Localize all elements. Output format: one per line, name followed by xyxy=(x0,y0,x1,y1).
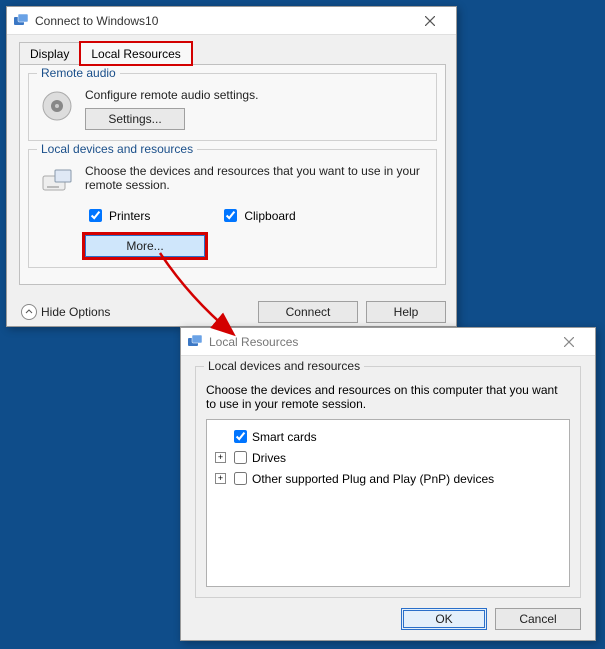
group-title: Local devices and resources xyxy=(37,142,197,156)
group-title: Local devices and resources xyxy=(204,359,364,373)
remote-audio-desc: Configure remote audio settings. xyxy=(85,88,426,102)
clipboard-label: Clipboard xyxy=(244,209,295,223)
ok-button[interactable]: OK xyxy=(401,608,487,630)
plus-icon[interactable]: + xyxy=(215,473,226,484)
device-tree[interactable]: Smart cards + Drives + Other supported P… xyxy=(206,419,570,587)
titlebar: Connect to Windows10 xyxy=(7,7,456,35)
local-devices-desc2: Choose the devices and resources on this… xyxy=(206,383,570,411)
close-icon[interactable] xyxy=(549,328,589,355)
hide-options-toggle[interactable]: Hide Options xyxy=(21,304,110,320)
clipboard-checkbox[interactable]: Clipboard xyxy=(220,206,295,225)
group-remote-audio: Remote audio Configure remote audio sett… xyxy=(28,73,437,141)
rdp-icon xyxy=(13,13,29,29)
speaker-icon xyxy=(39,88,75,124)
help-button[interactable]: Help xyxy=(366,301,446,323)
cancel-button[interactable]: Cancel xyxy=(495,608,581,630)
window-title: Local Resources xyxy=(209,335,549,349)
connect-dialog: Connect to Windows10 Display Local Resou… xyxy=(6,6,457,327)
local-devices-desc: Choose the devices and resources that yo… xyxy=(85,164,426,192)
collapse-icon xyxy=(21,304,37,320)
settings-button[interactable]: Settings... xyxy=(85,108,185,130)
tab-local-resources[interactable]: Local Resources xyxy=(80,42,191,65)
printers-checkbox[interactable]: Printers xyxy=(85,206,150,225)
group-local-devices: Local devices and resources Choose the d… xyxy=(28,149,437,268)
group-title: Remote audio xyxy=(37,66,120,80)
devices-icon xyxy=(39,164,75,200)
window-title: Connect to Windows10 xyxy=(35,14,410,28)
tree-item-drives[interactable]: + Drives xyxy=(211,447,565,468)
tree-item-pnp[interactable]: + Other supported Plug and Play (PnP) de… xyxy=(211,468,565,489)
tab-pane: Remote audio Configure remote audio sett… xyxy=(19,64,446,285)
plus-icon[interactable]: + xyxy=(215,452,226,463)
more-button[interactable]: More... xyxy=(85,235,205,257)
rdp-icon xyxy=(187,334,203,350)
printers-label: Printers xyxy=(109,209,150,223)
close-icon[interactable] xyxy=(410,7,450,34)
titlebar: Local Resources xyxy=(181,328,595,356)
local-resources-dialog: Local Resources Local devices and resour… xyxy=(180,327,596,641)
tab-display[interactable]: Display xyxy=(19,42,80,65)
tabstrip: Display Local Resources xyxy=(7,35,456,64)
tree-item-smart-cards[interactable]: Smart cards xyxy=(211,426,565,447)
connect-button[interactable]: Connect xyxy=(258,301,358,323)
